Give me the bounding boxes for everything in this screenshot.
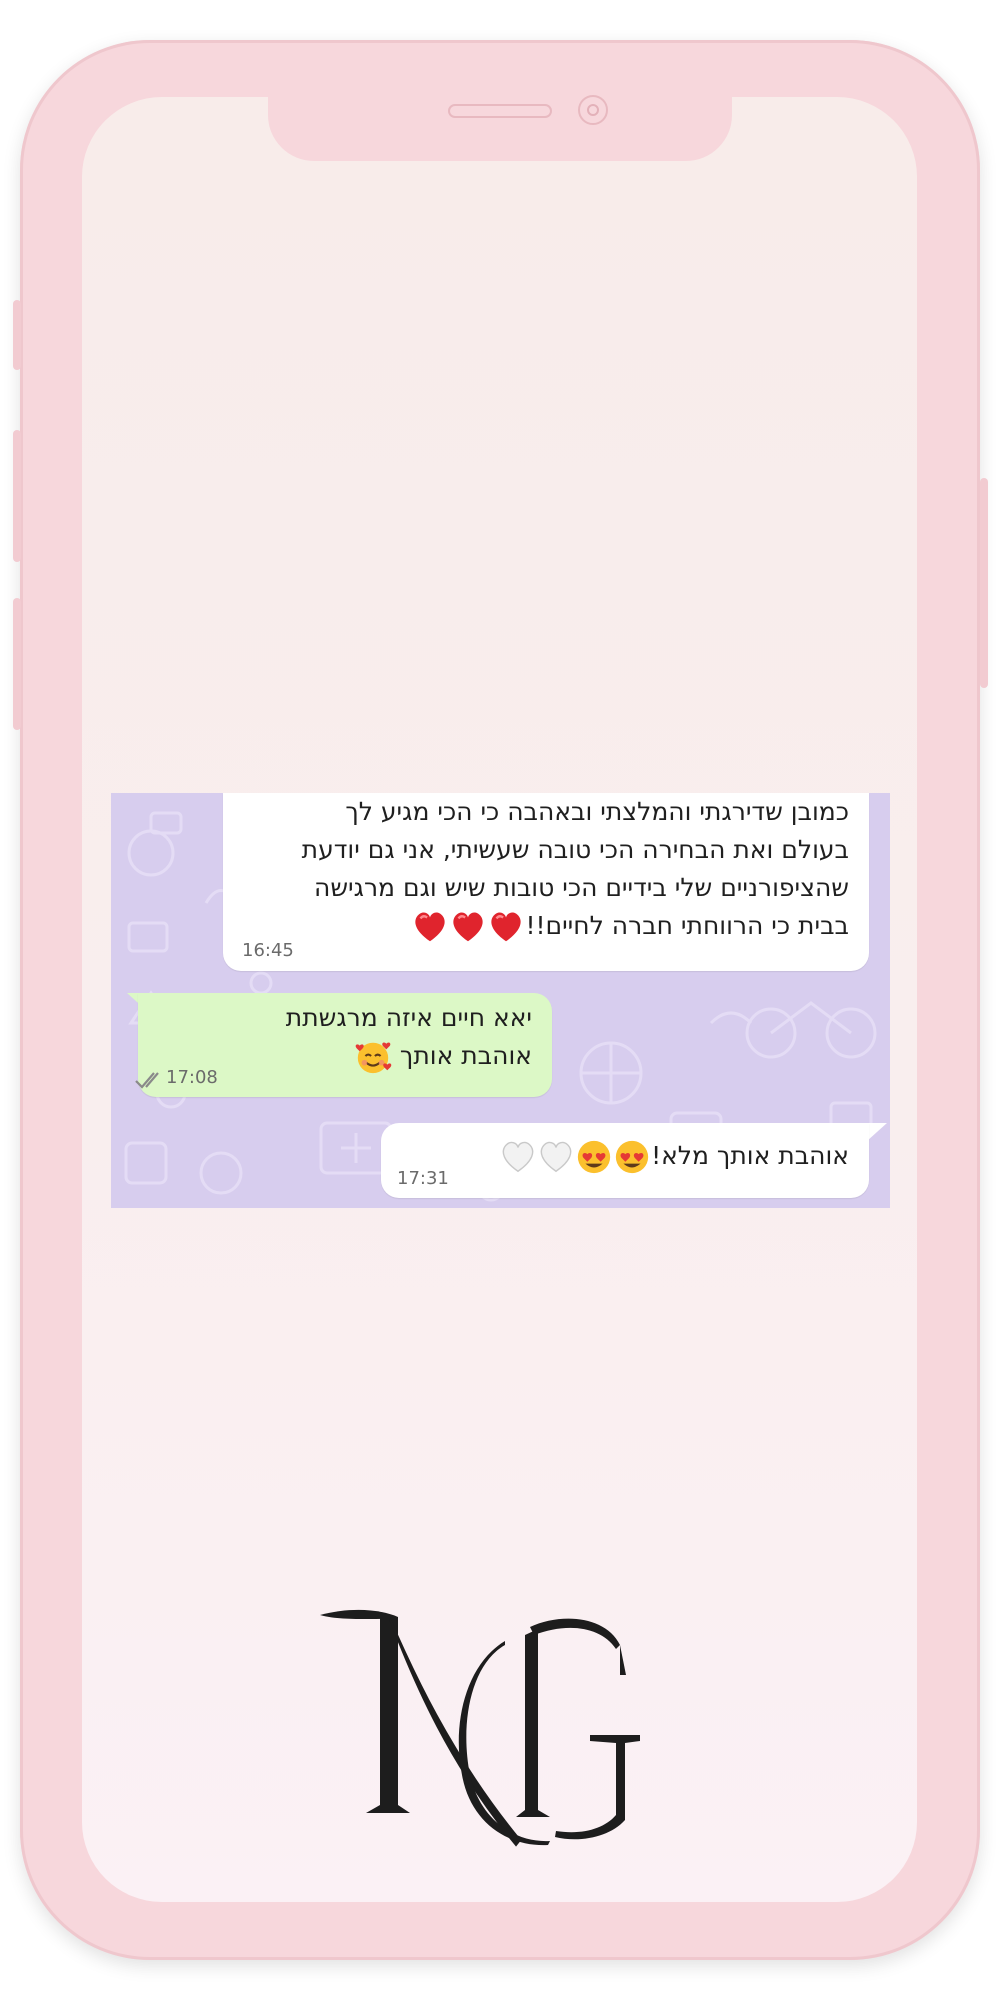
power-button [980, 478, 988, 688]
red-heart-icon [415, 912, 446, 942]
message-line: בבית כי הרווחתי חברה לחיים!! [525, 911, 849, 940]
white-heart-icon [540, 1141, 572, 1173]
message-line: אוהבת אותך מלא! [651, 1141, 849, 1170]
message-time: 17:08 [166, 1067, 218, 1088]
heart-eyes-icon [577, 1140, 611, 1174]
bubble-tail [867, 1123, 887, 1141]
front-camera [578, 95, 608, 125]
message-line: יאא חיים איזה מרגשתת [285, 1003, 532, 1032]
message-outgoing-1: יאא חיים איזה מרגשתת אוהבת אותך 17:08 [135, 993, 552, 1097]
white-heart-icon [502, 1141, 534, 1173]
silent-switch [13, 300, 21, 370]
mg-monogram-logo [320, 1609, 640, 1847]
message-line: כמובן שדירגתי והמלצתי ובאהבה כי הכי מגיע… [345, 797, 849, 826]
heart-eyes-icon [615, 1140, 649, 1174]
volume-up-button [13, 430, 21, 562]
message-time: 16:45 [242, 940, 294, 961]
red-heart-icon [453, 912, 484, 942]
message-line: אוהבת אותך [399, 1041, 532, 1070]
red-heart-icon [491, 912, 522, 942]
chat-screenshot: כמובן שדירגתי והמלצתי ובאהבה כי הכי מגיע… [111, 793, 890, 1208]
message-line: שהציפורניים שלי בידיים הכי טובות שיש וגם… [314, 873, 849, 902]
smiling-face-with-hearts-icon [355, 1042, 392, 1074]
message-time: 17:31 [397, 1168, 449, 1189]
message-text: כמובן שדירגתי והמלצתי ובאהבה כי הכי מגיע… [223, 793, 849, 946]
message-incoming-1: כמובן שדירגתי והמלצתי ובאהבה כי הכי מגיע… [223, 793, 869, 971]
message-line: בעולם ואת הבחירה הכי טובה שעשיתי, אני גם… [301, 835, 849, 864]
volume-down-button [13, 598, 21, 730]
message-incoming-2: אוהבת אותך מלא! 17:31 [381, 1123, 869, 1198]
double-check-icon [135, 1072, 159, 1089]
earpiece-speaker [448, 104, 552, 118]
